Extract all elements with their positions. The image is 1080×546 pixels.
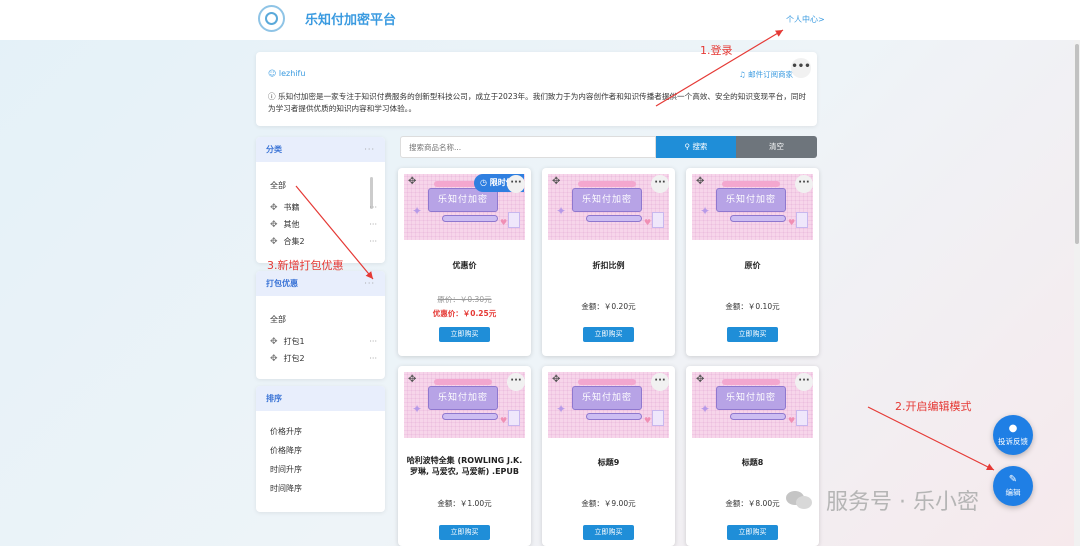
annotation-add-bundle: 3.新增打包优惠 [267,259,344,272]
annotation-arrows [295,29,995,471]
annotation-edit-mode: 2.开启编辑模式 [895,400,972,413]
wechat-icon [786,489,814,511]
arrow-edit [867,406,995,471]
page-scrollbar[interactable] [1074,40,1080,546]
watermark: 服务号 · 乐小密 [786,484,979,516]
annotation-login: 1.登录 [700,44,733,57]
